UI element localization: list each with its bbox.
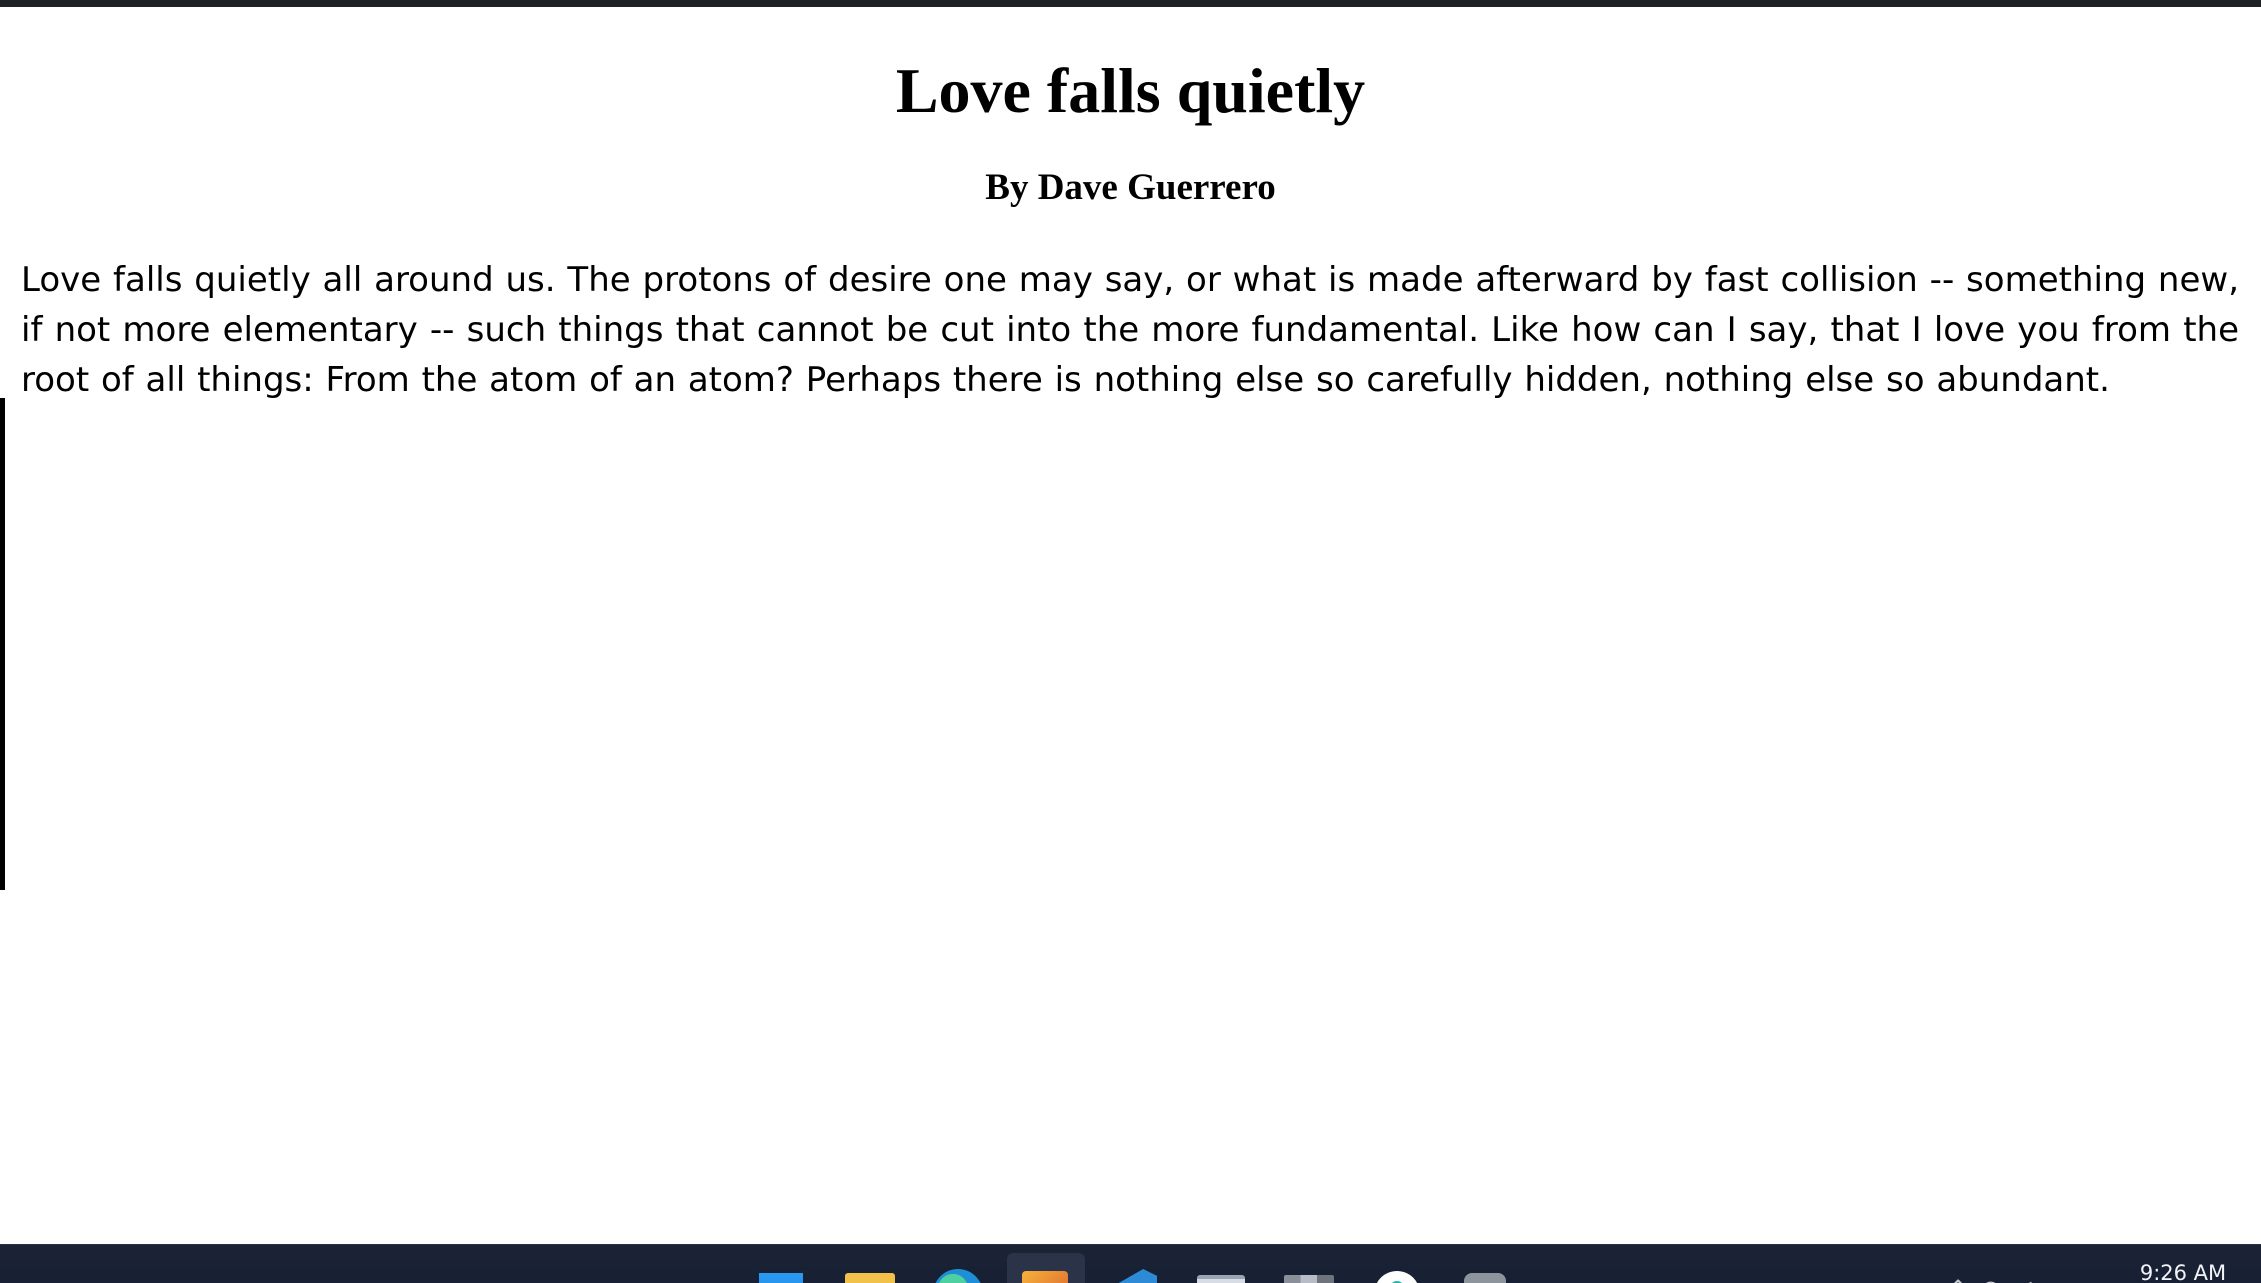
file-explorer-icon[interactable]: [845, 1273, 895, 1283]
wifi-icon[interactable]: ◠: [1980, 1275, 2013, 1283]
author-byline: By Dave Guerrero: [985, 167, 1276, 208]
chevron-up-icon[interactable]: ⌃: [1948, 1275, 1980, 1283]
vscode-icon[interactable]: [1111, 1269, 1157, 1283]
window-top-border: [0, 0, 2261, 7]
volume-icon[interactable]: ◁: [2013, 1275, 2043, 1283]
left-edge-bar: [0, 398, 5, 890]
page-title: Love falls quietly: [895, 55, 1366, 126]
active-app-icon[interactable]: [1022, 1271, 1068, 1283]
document-page: Love falls quietly By Dave Guerrero Love…: [0, 7, 2261, 1244]
edge-browser-icon[interactable]: [933, 1269, 983, 1283]
windows-start-icon[interactable]: [757, 1271, 803, 1283]
settings-app-icon[interactable]: [1464, 1273, 1506, 1283]
taskbar: ⌃◠◁ 9:26 AM: [0, 1244, 2261, 1283]
taskbar-clock[interactable]: 9:26 AM: [2118, 1261, 2248, 1283]
body-paragraph: Love falls quietly all around us. The pr…: [21, 260, 2239, 400]
notepad-icon[interactable]: [1197, 1275, 1245, 1283]
tiles-app-icon[interactable]: [1284, 1275, 1334, 1283]
system-tray-icons[interactable]: ⌃◠◁: [1948, 1275, 2058, 1283]
